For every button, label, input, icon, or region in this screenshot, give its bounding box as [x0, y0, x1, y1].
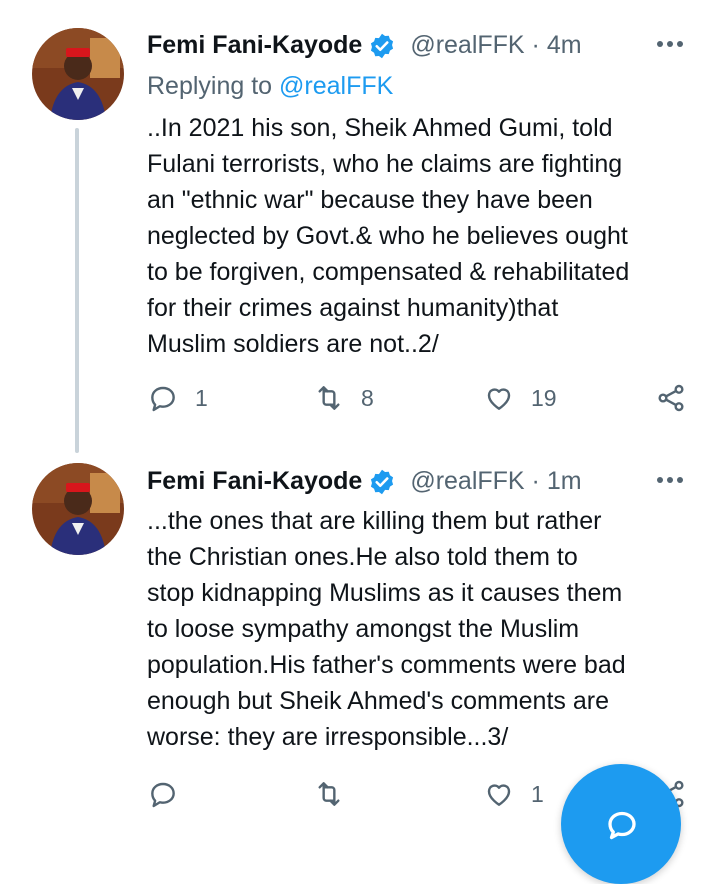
compose-button[interactable] [561, 764, 681, 884]
like-count: 1 [531, 780, 544, 807]
heart-icon [487, 388, 511, 410]
like-button[interactable]: 1 [483, 778, 544, 810]
like-count: 19 [531, 384, 557, 411]
reply-count: 1 [195, 384, 208, 411]
more-options-icon[interactable] [655, 472, 685, 488]
reply-icon [151, 386, 175, 412]
like-button[interactable]: 19 [483, 382, 557, 414]
reply-button[interactable]: 1 [147, 382, 208, 414]
replying-to: Replying to @realFFK [147, 72, 393, 101]
compose-icon [608, 811, 636, 840]
author-handle-timestamp[interactable]: @realFFK · 4m [410, 31, 581, 60]
avatar[interactable] [32, 28, 124, 120]
tweet-text: ...the ones that are killing them but ra… [147, 507, 626, 751]
tweet-header: Femi Fani-Kayode @realFFK · 1m [147, 467, 582, 496]
author-name[interactable]: Femi Fani-Kayode [147, 467, 362, 496]
replying-to-label: Replying to [147, 72, 280, 100]
tweet-text: ..In 2021 his son, Sheik Ahmed Gumi, tol… [147, 114, 630, 358]
verified-badge-icon [371, 33, 394, 58]
thread-connector-line [75, 128, 79, 453]
heart-icon [487, 784, 511, 806]
author-handle-timestamp[interactable]: @realFFK · 1m [410, 467, 581, 496]
tweet-header: Femi Fani-Kayode @realFFK · 4m [147, 31, 582, 60]
more-options-icon[interactable] [655, 36, 685, 52]
retweet-count: 8 [361, 384, 374, 411]
share-button[interactable] [655, 382, 687, 414]
retweet-button[interactable]: 8 [313, 382, 374, 414]
retweet-icon [318, 782, 340, 806]
share-icon [658, 384, 684, 412]
replying-to-handle[interactable]: @realFFK [279, 72, 393, 100]
verified-badge-icon [371, 469, 394, 494]
avatar-image [32, 28, 124, 120]
avatar[interactable] [32, 463, 124, 555]
tweet-actions: 1 8 19 [147, 382, 707, 422]
retweet-icon [318, 386, 340, 410]
reply-button[interactable] [147, 778, 179, 810]
author-name[interactable]: Femi Fani-Kayode [147, 31, 362, 60]
tweet-1[interactable]: Femi Fani-Kayode @realFFK · 4m Replying … [0, 0, 720, 455]
retweet-button[interactable] [313, 778, 345, 810]
avatar-image [32, 463, 124, 555]
reply-icon [151, 782, 175, 808]
